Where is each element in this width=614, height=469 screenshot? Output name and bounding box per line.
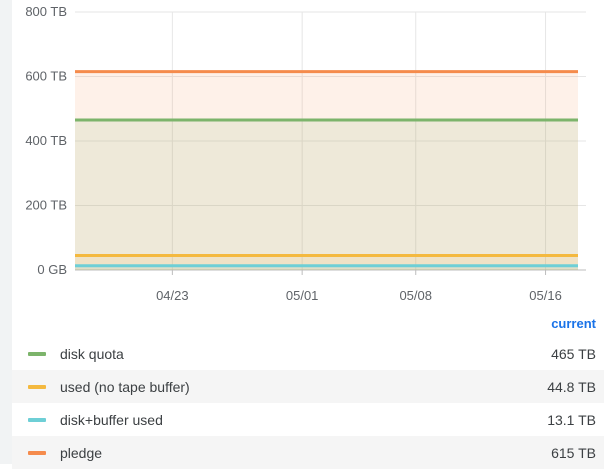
pledge-swatch-icon [28,450,46,455]
used-swatch-icon [28,384,46,389]
y-axis: 800 TB 600 TB 400 TB 200 TB 0 GB [25,4,67,277]
y-tick-label: 200 TB [25,198,67,213]
legend-current-header[interactable]: current [551,316,596,331]
legend-value: 13.1 TB [547,411,596,428]
x-tick-label: 04/23 [156,288,189,300]
legend-name: used (no tape buffer) [60,378,190,395]
legend-name: disk quota [60,345,124,362]
area-disk-quota [75,120,578,270]
y-tick-label: 400 TB [25,133,67,148]
legend-row-disk-quota[interactable]: disk quota 465 TB [12,337,604,370]
y-tick-label: 600 TB [25,69,67,84]
legend-value: 465 TB [551,345,596,362]
legend-row-disk-buffer-used[interactable]: disk+buffer used 13.1 TB [12,403,604,436]
x-tick-label: 05/16 [529,288,562,300]
disk-quota-swatch-icon [28,351,46,356]
x-tick-label: 05/01 [286,288,319,300]
legend-table: current disk quota 465 TB used (no tape … [12,309,604,469]
disk-buffer-swatch-icon [28,417,46,422]
legend-row-pledge[interactable]: pledge 615 TB [12,436,604,469]
legend-row-used[interactable]: used (no tape buffer) 44.8 TB [12,370,604,403]
legend-name: disk+buffer used [60,411,163,428]
y-tick-label: 800 TB [25,4,67,19]
legend-value: 44.8 TB [547,378,596,395]
chart-areas [75,71,578,270]
storage-chart: 800 TB600 TB400 TB200 TB0 GB 04/23 05/01 0… [25,4,586,300]
x-axis: 04/23 05/01 05/08 05/16 [156,288,562,300]
legend-header: current [12,309,604,337]
legend-value: 615 TB [551,444,596,461]
legend-name: pledge [60,444,103,461]
x-tick-label: 05/08 [399,288,432,300]
y-tick-label: 0 GB [37,262,67,277]
